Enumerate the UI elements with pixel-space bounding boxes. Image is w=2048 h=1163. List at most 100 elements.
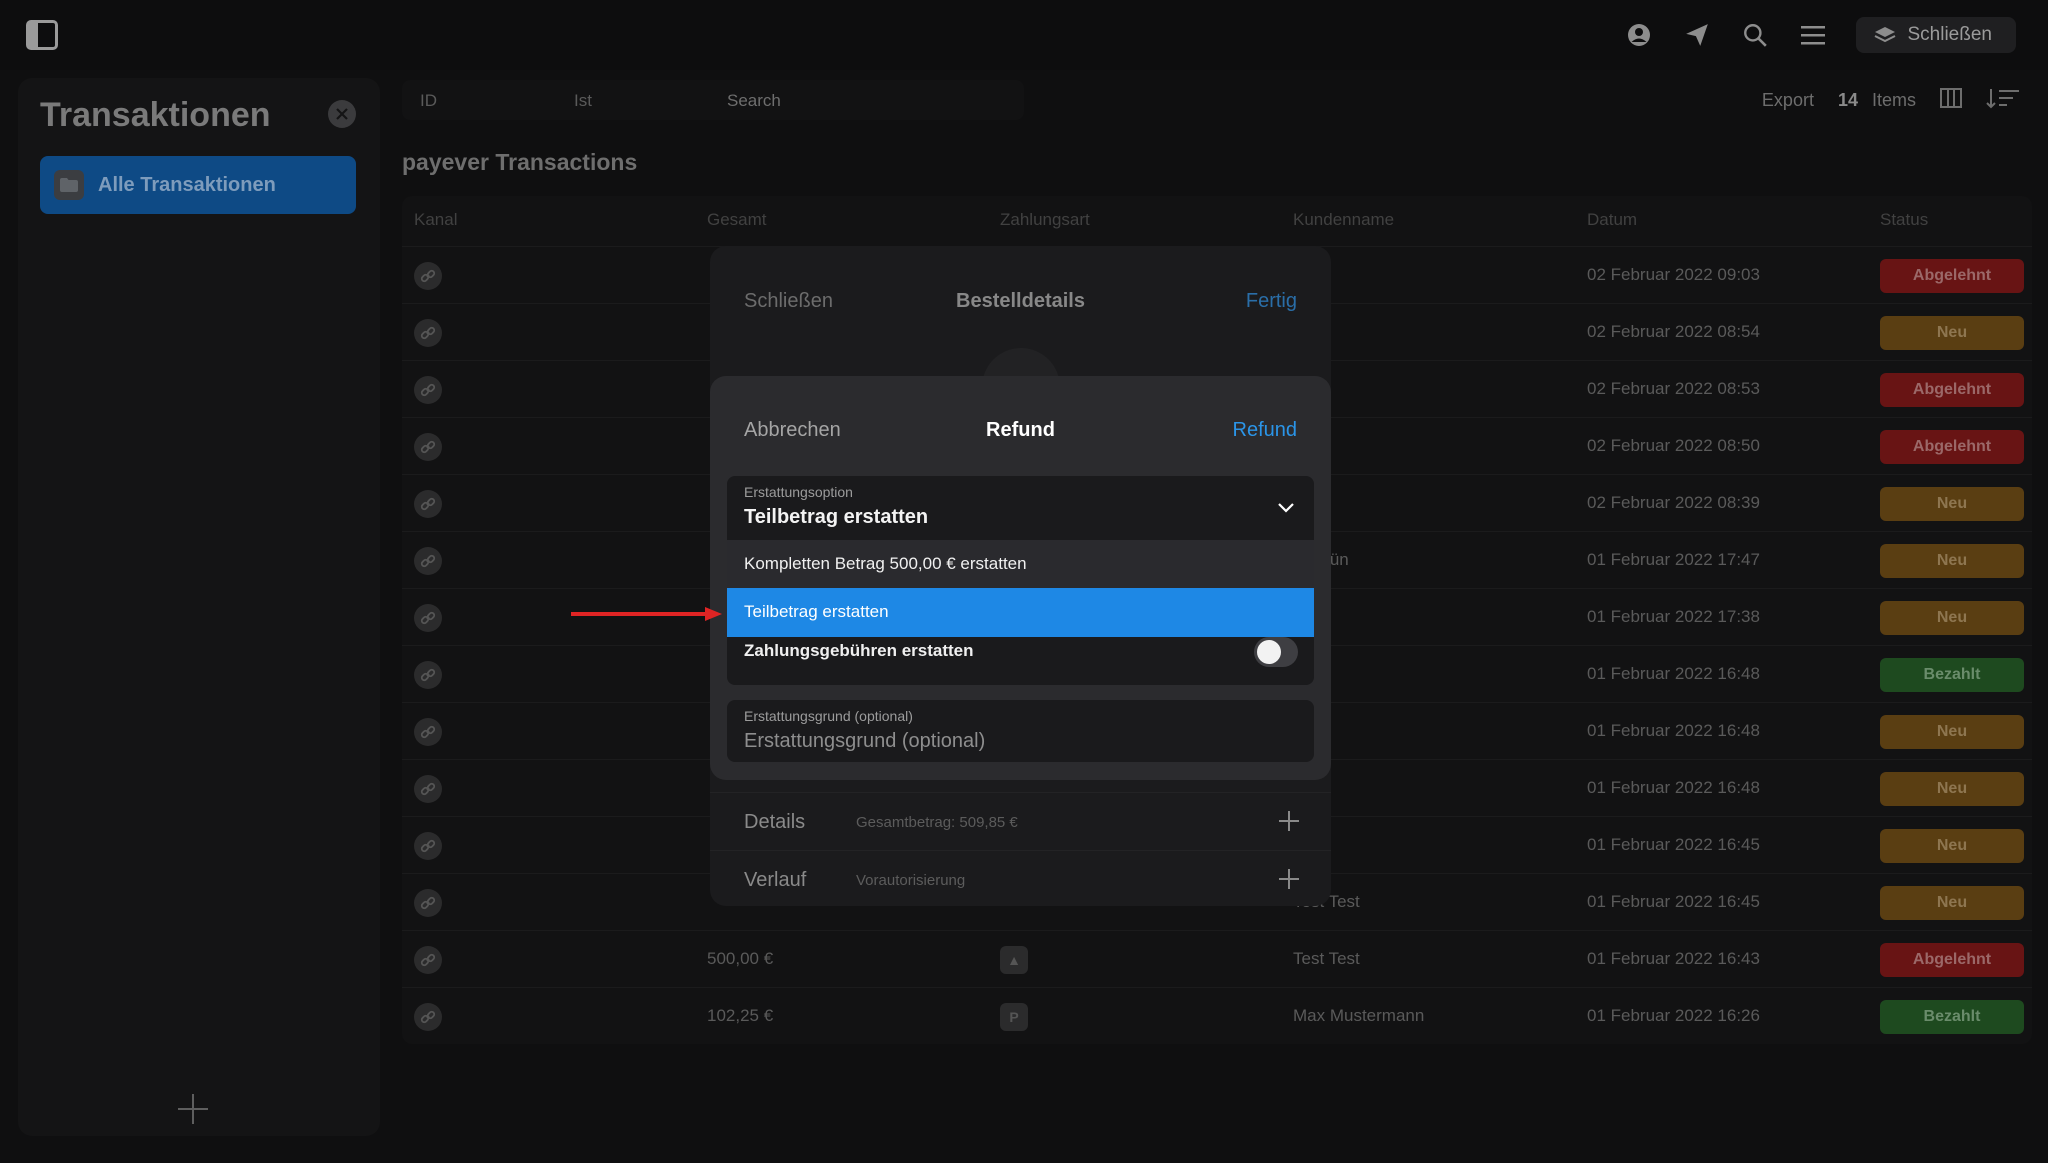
- link-icon: [414, 661, 442, 689]
- status-badge: Neu: [1880, 829, 2024, 863]
- link-icon: [414, 718, 442, 746]
- sort-icon[interactable]: [1986, 87, 2020, 114]
- cell-date: 01 Februar 2022 16:45: [1587, 835, 1760, 854]
- folder-icon: [54, 170, 84, 200]
- status-badge: Neu: [1880, 544, 2024, 578]
- column-header[interactable]: Status: [1880, 210, 1928, 230]
- sidebar-close-icon[interactable]: [328, 100, 356, 128]
- link-icon: [414, 946, 442, 974]
- section-label: Details: [744, 811, 806, 833]
- fee-toggle[interactable]: [1254, 637, 1298, 667]
- details-section[interactable]: Details Gesamtbetrag: 509,85 €: [710, 792, 1331, 850]
- filter-ist-label: Ist: [574, 91, 592, 110]
- section-sub: Gesamtbetrag: 509,85 €: [856, 814, 1018, 831]
- table-toolbar: Export 14 Items: [1762, 80, 2020, 120]
- link-icon: [414, 604, 442, 632]
- top-actions: Schließen: [1624, 16, 2016, 54]
- link-icon: [414, 775, 442, 803]
- dropdown-option-partial[interactable]: Teilbetrag erstatten: [727, 588, 1314, 637]
- filter-bar[interactable]: ID Ist Search: [402, 80, 1024, 120]
- link-icon: [414, 262, 442, 290]
- filter-id-label: ID: [420, 91, 437, 110]
- link-icon: [414, 490, 442, 518]
- refund-submit-button[interactable]: Refund: [1233, 419, 1298, 442]
- cell-date: 02 Februar 2022 09:03: [1587, 265, 1760, 284]
- table-row[interactable]: 500,00 € ▲ Test Test 01 Februar 2022 16:43 A…: [402, 930, 2032, 987]
- link-icon: [414, 1003, 442, 1031]
- reason-input[interactable]: [744, 730, 1294, 753]
- fee-refund-row: Zahlungsgebühren erstatten: [727, 637, 1314, 685]
- section-sub: Vorautorisierung: [856, 872, 966, 889]
- add-folder-icon[interactable]: [178, 1094, 208, 1124]
- annotation-arrow-icon: [571, 607, 722, 621]
- chevron-down-icon[interactable]: [1276, 498, 1296, 518]
- status-badge: Abgelehnt: [1880, 259, 2024, 293]
- select-label: Erstattungsoption: [744, 484, 853, 500]
- sidebar: Transaktionen Alle Transaktionen: [18, 78, 380, 1136]
- search-icon[interactable]: [1740, 20, 1770, 50]
- reason-label: Erstattungsgrund (optional): [744, 708, 913, 724]
- fee-label: Zahlungsgebühren erstatten: [744, 641, 974, 660]
- refund-option-select[interactable]: Erstattungsoption Teilbetrag erstatten: [727, 476, 1314, 540]
- close-app-button[interactable]: Schließen: [1855, 17, 2016, 53]
- status-badge: Bezahlt: [1880, 1000, 2024, 1034]
- status-badge: Neu: [1880, 316, 2024, 350]
- close-app-label: Schließen: [1907, 24, 1993, 45]
- export-button[interactable]: Export: [1762, 90, 1814, 111]
- link-icon: [414, 889, 442, 917]
- cell-date: 02 Februar 2022 08:54: [1587, 322, 1760, 341]
- plus-icon[interactable]: [1279, 811, 1299, 831]
- refund-option-dropdown: Kompletten Betrag 500,00 € erstatten Tei…: [727, 540, 1314, 637]
- link-icon: [414, 376, 442, 404]
- sidebar-item-all-transactions[interactable]: Alle Transaktionen: [40, 156, 356, 214]
- section-label: Verlauf: [744, 869, 807, 891]
- table-row[interactable]: 102,25 € P Max Mustermann 01 Februar 2022 1…: [402, 987, 2032, 1044]
- plus-icon[interactable]: [1279, 869, 1299, 889]
- search-input[interactable]: Search: [727, 91, 781, 111]
- history-section[interactable]: Verlauf Vorautorisierung: [710, 850, 1331, 908]
- menu-icon[interactable]: [1798, 20, 1828, 50]
- link-icon: [414, 547, 442, 575]
- cell-customer: Test Test: [1293, 949, 1360, 968]
- done-button[interactable]: Fertig: [1246, 290, 1297, 313]
- items-counter: 14 Items: [1838, 90, 1916, 111]
- page-title: payever Transactions: [402, 149, 638, 175]
- table-header: Kanal Gesamt Zahlungsart Kundenname Datu…: [402, 196, 2032, 246]
- cell-date: 01 Februar 2022 16:48: [1587, 778, 1760, 797]
- paypal-icon: P: [1000, 1003, 1028, 1031]
- layers-icon: [1874, 27, 1895, 43]
- modal-title: Bestelldetails: [956, 290, 1085, 312]
- status-badge: Neu: [1880, 715, 2024, 749]
- user-circle-icon[interactable]: [1624, 20, 1654, 50]
- cell-date: 01 Februar 2022 16:43: [1587, 949, 1760, 968]
- sidebar-item-label: Alle Transaktionen: [98, 173, 276, 196]
- status-badge: Neu: [1880, 886, 2024, 920]
- option-label: Kompletten Betrag 500,00 € erstatten: [744, 554, 1027, 573]
- items-label: Items: [1871, 89, 1916, 110]
- status-badge: Abgelehnt: [1880, 943, 2024, 977]
- column-header[interactable]: Kundenname: [1293, 210, 1394, 230]
- link-icon: [414, 319, 442, 347]
- cell-date: 01 Februar 2022 17:38: [1587, 607, 1760, 626]
- column-header[interactable]: Datum: [1587, 210, 1637, 230]
- paper-plane-icon[interactable]: [1682, 20, 1712, 50]
- cell-date: 02 Februar 2022 08:50: [1587, 436, 1760, 455]
- columns-icon[interactable]: [1940, 87, 1962, 114]
- column-header[interactable]: Gesamt: [707, 210, 767, 230]
- column-header[interactable]: Zahlungsart: [1000, 210, 1090, 230]
- status-badge: Bezahlt: [1880, 658, 2024, 692]
- cell-date: 01 Februar 2022 16:48: [1587, 664, 1760, 683]
- cell-total: 500,00 €: [707, 949, 774, 968]
- cell-date: 01 Februar 2022 16:26: [1587, 1006, 1760, 1025]
- select-value: Teilbetrag erstatten: [744, 506, 929, 528]
- status-badge: Neu: [1880, 601, 2024, 635]
- refund-modal: Abbrechen Refund Refund Erstattungsoptio…: [710, 376, 1331, 780]
- option-label: Teilbetrag erstatten: [744, 602, 889, 621]
- cell-total: 102,25 €: [707, 1006, 774, 1025]
- sidebar-title: Transaktionen: [40, 96, 271, 134]
- items-count: 14: [1837, 89, 1858, 110]
- column-header[interactable]: Kanal: [414, 210, 457, 230]
- sidebar-toggle-icon[interactable]: [26, 20, 58, 50]
- cell-date: 01 Februar 2022 17:47: [1587, 550, 1760, 569]
- dropdown-option-full[interactable]: Kompletten Betrag 500,00 € erstatten: [727, 540, 1314, 588]
